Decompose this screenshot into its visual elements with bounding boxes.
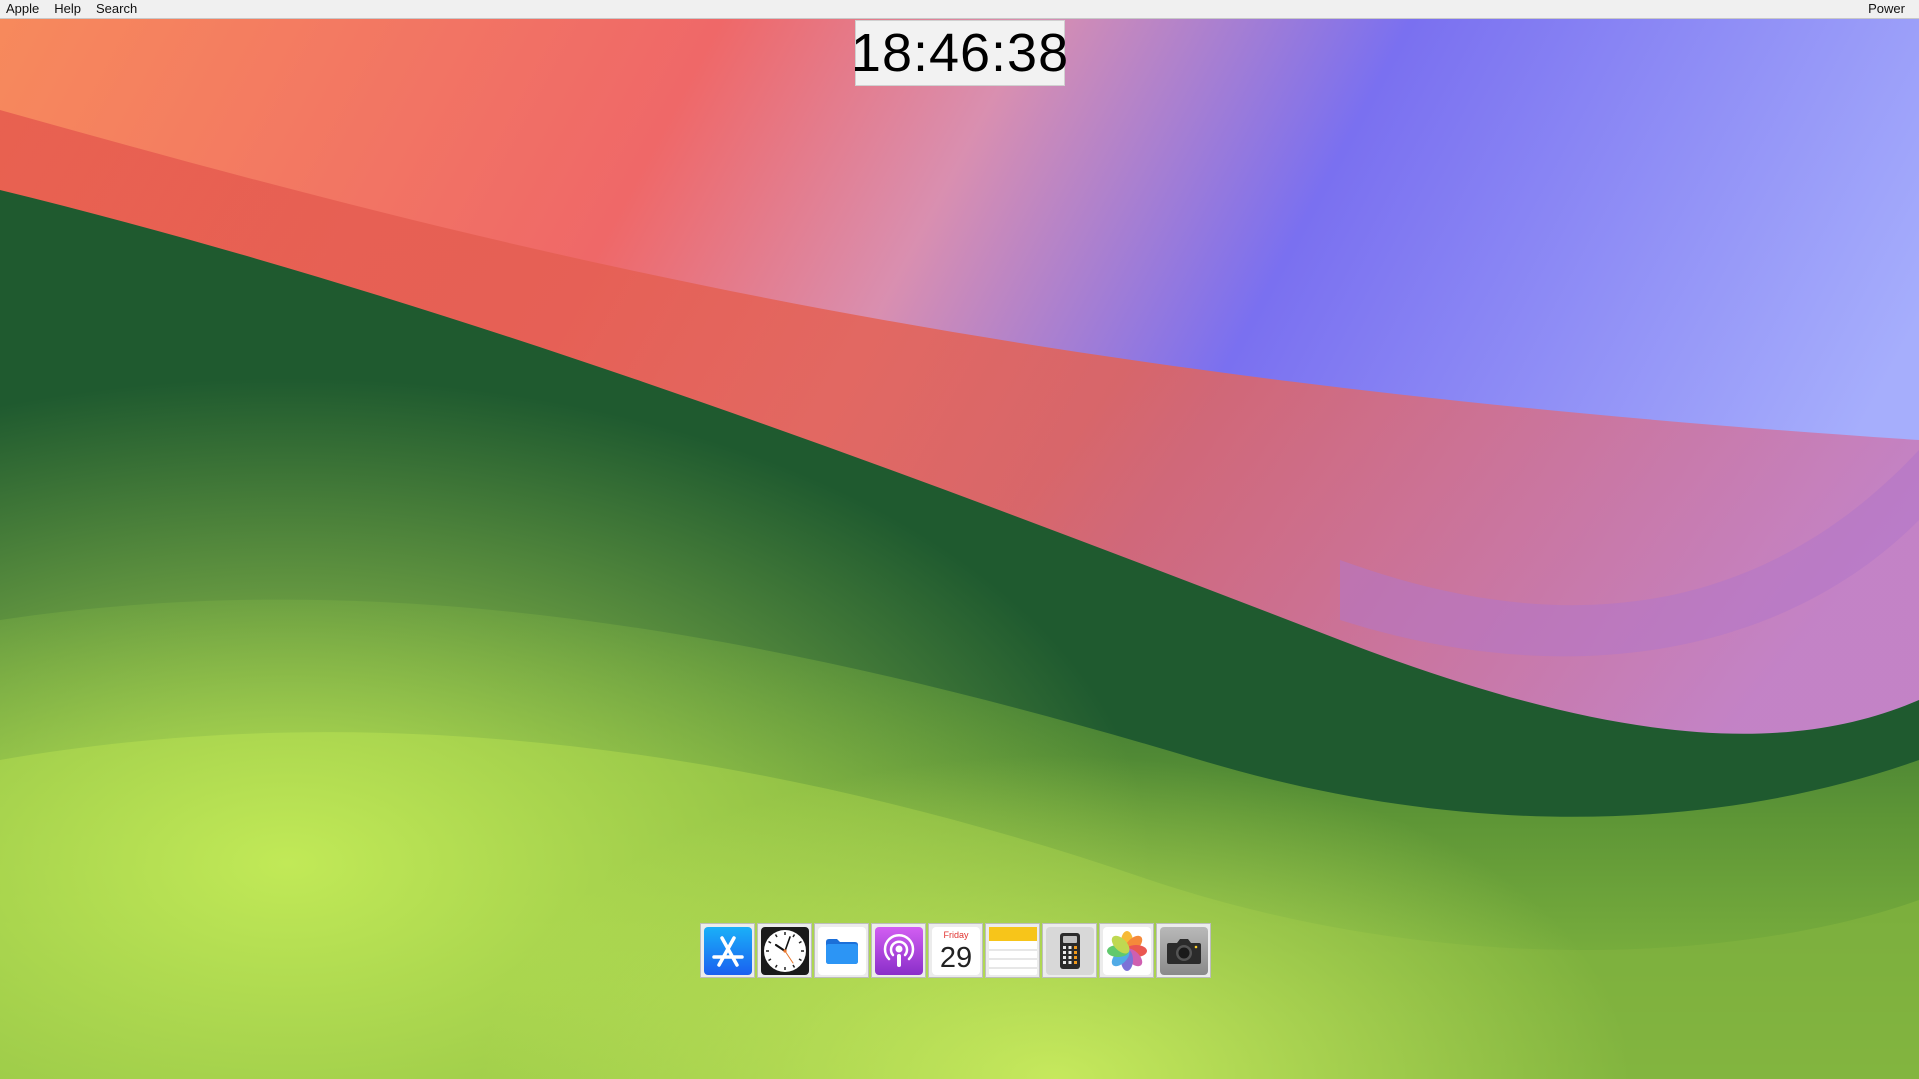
calendar-icon: Friday 29 (931, 926, 980, 975)
files-icon (817, 926, 866, 975)
clock-widget: 18:46:38 (851, 20, 1068, 86)
dock-item-calculator[interactable] (1042, 923, 1097, 978)
menu-bar: Apple Help Search Power (0, 0, 1919, 19)
calendar-day-label: Friday (943, 930, 969, 940)
app-store-icon (703, 926, 752, 975)
dock-item-calendar[interactable]: Friday 29 (928, 923, 983, 978)
dock-item-camera[interactable] (1156, 923, 1211, 978)
calculator-icon (1045, 926, 1094, 975)
notes-icon (988, 926, 1037, 975)
calendar-date-label: 29 (939, 942, 971, 974)
dock: Friday 29 (700, 923, 1211, 979)
dock-item-app-store[interactable] (700, 923, 755, 978)
dock-item-notes[interactable] (985, 923, 1040, 978)
podcasts-icon (874, 926, 923, 975)
desktop: Apple Help Search Power 18:46:38 Friday … (0, 0, 1919, 1079)
camera-icon (1159, 926, 1208, 975)
dock-item-files[interactable] (814, 923, 869, 978)
menu-apple[interactable]: Apple (6, 0, 39, 18)
clock-icon (760, 926, 809, 975)
dock-item-clock[interactable] (757, 923, 812, 978)
photos-icon (1102, 926, 1151, 975)
menu-left-group: Apple Help Search (0, 0, 152, 18)
wallpaper (0, 0, 1919, 1079)
menu-power[interactable]: Power (1868, 0, 1919, 18)
dock-item-photos[interactable] (1099, 923, 1154, 978)
menu-search[interactable]: Search (96, 0, 137, 18)
dock-item-podcasts[interactable] (871, 923, 926, 978)
menu-help[interactable]: Help (54, 0, 81, 18)
